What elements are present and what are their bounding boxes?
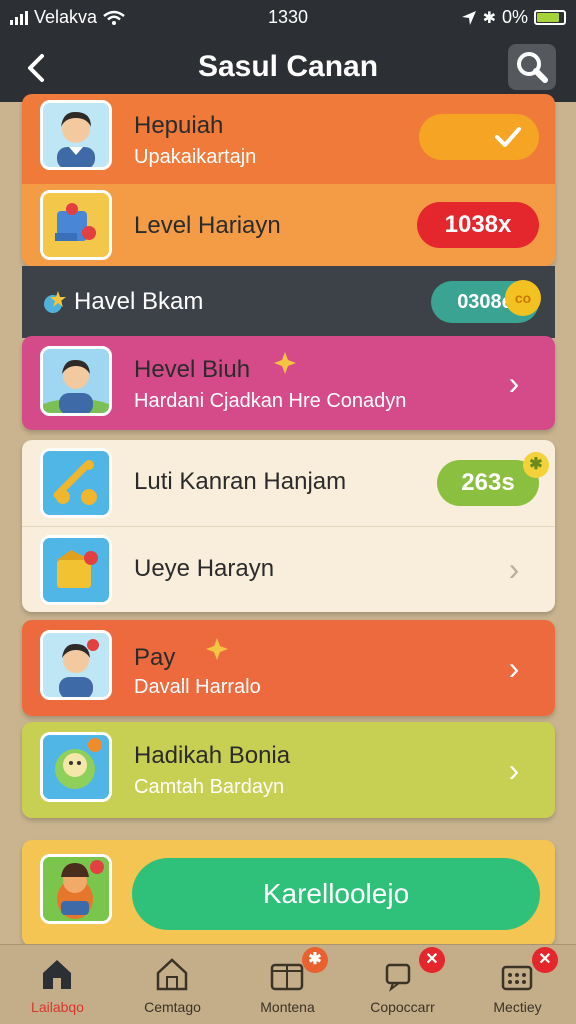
chat-icon: [385, 963, 411, 992]
tab-bar: Lailabqo Cemtago ✱ Montena ✕ Copoccarr ✕…: [0, 944, 576, 1024]
tab-second[interactable]: Cemtago: [115, 945, 230, 1024]
card-group-5: Hadikah Bonia Camtah Bardayn ›: [22, 722, 555, 818]
card-group-3: Luti Kanran Hanjam 263s ✱ Ueye Harayn ›: [22, 440, 555, 612]
status-right: ✱ 0%: [461, 7, 566, 28]
notification-badge: ✕: [419, 947, 445, 973]
list-item[interactable]: Pay Davall Harralo ›: [22, 620, 555, 716]
cta-card: Karelloolejo: [22, 840, 555, 946]
list-item-subtitle: Hardani Cjadkan Hre Conadyn: [134, 390, 407, 412]
tab-label: Montena: [260, 999, 315, 1015]
list-item-title: Havel Bkam: [74, 288, 204, 315]
card-group-4: Pay Davall Harralo ›: [22, 620, 555, 716]
tab-fourth[interactable]: ✕ Copoccarr: [345, 945, 460, 1024]
tab-home[interactable]: Lailabqo: [0, 945, 115, 1024]
sparkle-icon: [274, 352, 296, 374]
star-icon: [44, 291, 66, 313]
value-badge: 1038x: [417, 202, 539, 248]
avatar: [40, 190, 112, 260]
location-icon: [461, 10, 476, 25]
home-icon: [43, 960, 71, 989]
list-item-title: Level Hariayn: [134, 212, 281, 239]
chevron-right-icon: ›: [508, 365, 520, 401]
battery-icon: [534, 10, 566, 25]
coin-icon: co: [505, 280, 541, 316]
chevron-right-icon: ›: [508, 752, 520, 788]
search-button[interactable]: [508, 44, 556, 90]
list-item-title: Hevel Biuh: [134, 356, 251, 383]
list-item-title: Hepuiah: [134, 112, 224, 139]
list-item[interactable]: Hevel Biuh Hardani Cjadkan Hre Conadyn ›: [22, 336, 555, 430]
list-item[interactable]: Luti Kanran Hanjam 263s ✱: [22, 440, 555, 526]
grid-icon: [501, 965, 533, 991]
avatar: [40, 535, 112, 605]
search-icon: [517, 52, 548, 83]
sparkle-icon: [206, 638, 228, 660]
avatar: [40, 346, 112, 416]
tab-label: Copoccarr: [370, 999, 435, 1015]
wallet-icon: [270, 963, 304, 991]
chevron-right-icon: ›: [508, 650, 520, 686]
list-item[interactable]: Havel Bkam 0308e co: [22, 266, 555, 338]
list-item-title: Ueye Harayn: [134, 555, 275, 582]
notification-badge: ✕: [532, 947, 558, 973]
notification-badge: ✱: [302, 947, 328, 973]
page-title: Sasul Canan: [197, 50, 379, 83]
list-item[interactable]: Hepuiah Upakaikartajn: [22, 94, 555, 184]
tab-label: Lailabqo: [31, 999, 84, 1015]
list-item[interactable]: Level Hariayn 1038x: [22, 184, 555, 266]
bluetooth-icon: ✱: [482, 9, 496, 27]
avatar: [40, 630, 112, 700]
tab-fifth[interactable]: ✕ Mectiey: [460, 945, 575, 1024]
tab-label: Mectiey: [493, 999, 542, 1015]
tab-label: Cemtago: [144, 999, 201, 1015]
checkmark-icon: [495, 127, 521, 147]
avatar: [40, 100, 112, 170]
battery-percent: 0%: [501, 7, 528, 27]
house-outline-icon: [156, 958, 188, 991]
status-bar: Velakva 1330 ✱ 0%: [0, 0, 576, 34]
tab-third[interactable]: ✱ Montena: [230, 945, 345, 1024]
list-item-subtitle: Davall Harralo: [134, 676, 261, 698]
list-item-title: Luti Kanran Hanjam: [134, 468, 347, 495]
list-item-subtitle: Upakaikartajn: [134, 146, 257, 168]
avatar: [40, 448, 112, 518]
toggle-switch[interactable]: [419, 114, 539, 160]
list-item-subtitle: Camtah Bardayn: [134, 776, 285, 798]
sparkle-badge-icon: ✱: [523, 452, 549, 478]
list-item[interactable]: Ueye Harayn ›: [22, 527, 555, 612]
primary-action-button[interactable]: Karelloolejo: [132, 858, 540, 930]
list-item[interactable]: Hadikah Bonia Camtah Bardayn ›: [22, 722, 555, 818]
app-bar: Sasul Canan: [0, 34, 576, 102]
card-group-2: Hevel Biuh Hardani Cjadkan Hre Conadyn ›: [22, 336, 555, 430]
avatar: [40, 854, 112, 924]
chevron-right-icon: ›: [508, 551, 520, 587]
avatar: [40, 732, 112, 802]
list-item-title: Hadikah Bonia: [134, 742, 291, 769]
card-group-1: Hepuiah Upakaikartajn Level Hariayn 1038…: [22, 94, 555, 266]
list-item-title: Pay: [134, 644, 176, 671]
